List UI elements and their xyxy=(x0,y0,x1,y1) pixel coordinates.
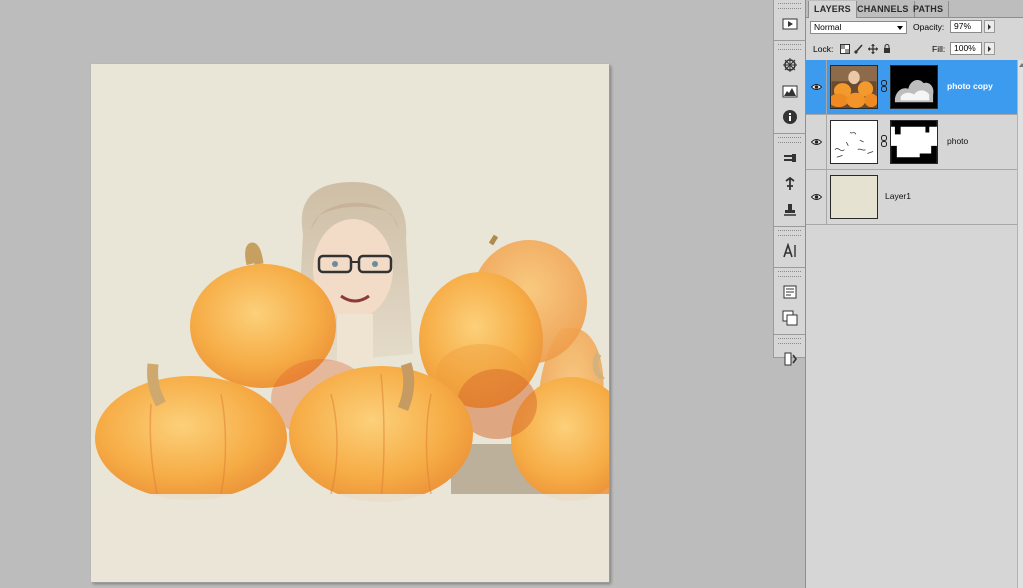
chevron-down-icon xyxy=(897,26,903,30)
info-icon[interactable] xyxy=(774,104,805,130)
canvas-artwork xyxy=(91,182,609,582)
scroll-up-icon[interactable] xyxy=(1019,63,1023,67)
document-canvas[interactable] xyxy=(91,64,609,582)
link-icon[interactable] xyxy=(881,135,887,147)
lock-label: Lock: xyxy=(813,44,834,54)
link-icon[interactable] xyxy=(881,80,887,92)
tab-layers[interactable]: LAYERS xyxy=(808,1,857,18)
lock-row: Lock: Fill: 100% xyxy=(806,40,1023,60)
layer-thumbnail xyxy=(830,120,878,164)
layer-thumbnail xyxy=(830,175,878,219)
layer-row-photo[interactable]: photo xyxy=(806,115,1017,170)
blend-row: Normal Opacity: 97% xyxy=(806,18,1023,38)
layer-name: photo copy xyxy=(947,81,993,91)
opacity-slider-button[interactable] xyxy=(984,20,995,33)
tool-presets-icon[interactable] xyxy=(774,197,805,223)
panel-tabs: LAYERS CHANNELS PATHS xyxy=(806,0,1023,18)
opacity-label: Opacity: xyxy=(913,22,945,32)
layer-row-photo-copy[interactable]: photo copy xyxy=(806,60,1017,115)
layer-name: photo xyxy=(947,136,969,146)
blend-mode-select[interactable]: Normal xyxy=(810,21,907,34)
navigator-icon[interactable] xyxy=(774,52,805,78)
dock-grip[interactable] xyxy=(778,271,801,277)
layer-name: Layer1 xyxy=(885,191,911,201)
clone-source-icon[interactable] xyxy=(774,171,805,197)
layers-scrollbar[interactable] xyxy=(1017,60,1023,588)
panel-dock xyxy=(773,0,806,366)
layer-thumbnail xyxy=(830,65,878,109)
tab-channels[interactable]: CHANNELS xyxy=(852,1,915,17)
play-actions-icon[interactable] xyxy=(774,11,805,37)
fill-input[interactable]: 100% xyxy=(950,42,982,55)
opacity-input[interactable]: 97% xyxy=(950,20,982,33)
layer-mask-thumbnail[interactable] xyxy=(890,120,938,164)
lock-transparency-icon[interactable] xyxy=(840,44,850,54)
lock-position-icon[interactable] xyxy=(868,44,878,54)
eye-icon[interactable] xyxy=(806,115,827,169)
layers-panel: LAYERS CHANNELS PATHS Normal Opacity: 97… xyxy=(805,0,1023,588)
brush-presets-icon[interactable] xyxy=(774,145,805,171)
layer-mask-thumbnail[interactable] xyxy=(890,65,938,109)
history-icon[interactable] xyxy=(774,346,805,372)
dock-grip[interactable] xyxy=(778,44,801,50)
lock-all-icon[interactable] xyxy=(882,44,892,54)
blend-mode-value: Normal xyxy=(814,22,842,32)
dock-grip[interactable] xyxy=(778,137,801,143)
dock-grip[interactable] xyxy=(778,230,801,236)
eye-icon[interactable] xyxy=(806,170,827,224)
layer-row-layer1[interactable]: Layer1 xyxy=(806,170,1017,225)
dock-grip[interactable] xyxy=(778,338,801,344)
eye-icon[interactable] xyxy=(806,60,827,114)
dock-grip[interactable] xyxy=(778,3,801,9)
fill-label: Fill: xyxy=(932,44,946,54)
fill-slider-button[interactable] xyxy=(984,42,995,55)
notes-icon[interactable] xyxy=(774,279,805,305)
histogram-icon[interactable] xyxy=(774,78,805,104)
layer-list: photo copy photo Layer1 xyxy=(806,60,1017,225)
layer-comps-icon[interactable] xyxy=(774,305,805,331)
lock-pixels-icon[interactable] xyxy=(854,44,864,54)
character-icon[interactable] xyxy=(774,238,805,264)
tab-paths[interactable]: PATHS xyxy=(908,1,950,17)
